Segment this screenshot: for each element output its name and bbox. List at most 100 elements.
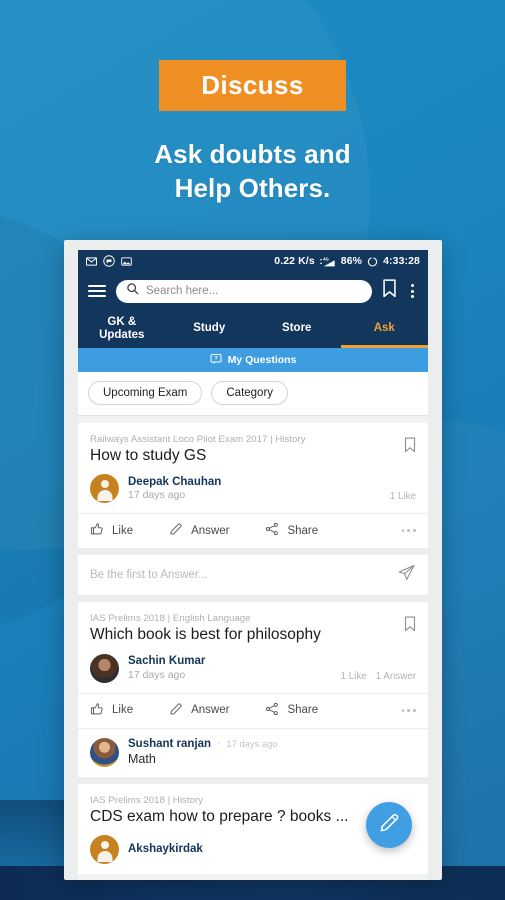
hamburger-icon[interactable]	[88, 284, 106, 298]
ellipsis-icon[interactable]	[401, 708, 416, 712]
tab-study[interactable]: Study	[166, 310, 254, 348]
bookmark-icon[interactable]	[404, 616, 416, 637]
search-placeholder: Search here...	[146, 285, 219, 297]
phone-mockup-frame: 0.22 K/s 4G 86% 4:33:28 Search here... G…	[64, 240, 442, 880]
answer-text: Math	[128, 751, 156, 766]
chat-bubble-icon	[103, 255, 115, 267]
promo-subheadline-line1: Ask doubts and	[154, 139, 351, 169]
like-label: Like	[112, 524, 134, 537]
bookmark-icon[interactable]	[382, 279, 397, 303]
tab-ask[interactable]: Ask	[340, 310, 428, 348]
question-stats: 1 Like 1 Answer	[341, 671, 416, 682]
bookmark-icon[interactable]	[404, 437, 416, 458]
question-meta: IAS Prelims 2018 | History	[90, 794, 204, 806]
answer-label: Answer	[191, 524, 230, 537]
question-title[interactable]: How to study GS	[90, 446, 416, 465]
like-label: Like	[112, 704, 134, 717]
share-button[interactable]: Share	[265, 702, 318, 719]
promo-headline-block: Discuss Ask doubts and Help Others.	[0, 60, 505, 206]
share-nodes-icon	[265, 522, 279, 539]
chip-upcoming-exam[interactable]: Upcoming Exam	[88, 381, 203, 405]
question-card: Railways Assistant Loco Pilot Exam 2017 …	[78, 423, 428, 549]
tab-gk-updates[interactable]: GK & Updates	[78, 310, 166, 348]
chip-category[interactable]: Category	[211, 381, 289, 405]
question-card: IAS Prelims 2018 | English Language Whic…	[78, 602, 428, 777]
question-title[interactable]: Which book is best for philosophy	[90, 625, 416, 644]
author-name[interactable]: Akshaykirdak	[128, 842, 203, 856]
like-count: 1 Like	[389, 491, 416, 503]
answer-button[interactable]: Answer	[169, 702, 229, 719]
search-input[interactable]: Search here...	[116, 279, 372, 303]
share-label: Share	[287, 704, 319, 717]
filter-chip-row: Upcoming Exam Category	[78, 372, 428, 416]
share-button[interactable]: Share	[265, 522, 318, 539]
battery-percent-label: 86%	[340, 255, 363, 267]
promo-badge: Discuss	[159, 60, 346, 111]
pencil-icon	[169, 702, 183, 719]
gmail-icon	[86, 256, 97, 267]
signal-bars-icon: 4G	[320, 256, 336, 267]
clock-label: 4:33:28	[383, 255, 420, 267]
avatar[interactable]	[90, 474, 119, 504]
question-card-body: IAS Prelims 2018 | English Language Whic…	[78, 602, 428, 692]
send-paper-plane-icon[interactable]	[397, 563, 416, 587]
status-bar-right-group: 0.22 K/s 4G 86% 4:33:28	[274, 255, 420, 267]
author-name[interactable]: Deepak Chauhan	[128, 475, 221, 489]
author-timestamp: 17 days ago	[128, 668, 186, 681]
share-nodes-icon	[265, 702, 279, 719]
pencil-compose-icon	[378, 811, 401, 839]
answer-button[interactable]: Answer	[169, 522, 229, 539]
question-meta: IAS Prelims 2018 | English Language	[90, 613, 251, 625]
avatar[interactable]	[90, 653, 119, 683]
question-author-row: Sachin Kumar 17 days ago 1 Like 1 Answer	[90, 645, 416, 693]
tab-store[interactable]: Store	[253, 310, 341, 348]
answer-input-placeholder: Be the first to Answer...	[90, 569, 208, 582]
question-action-bar: Like Answer Share	[78, 513, 428, 548]
ellipsis-icon[interactable]	[401, 529, 416, 533]
author-name[interactable]: Sachin Kumar	[128, 654, 205, 668]
separator-dot: ·	[217, 738, 221, 750]
tab-gk-updates-line1: GK &	[107, 315, 137, 328]
like-button[interactable]: Like	[90, 522, 133, 539]
avatar[interactable]	[90, 835, 119, 865]
phone-screen: 0.22 K/s 4G 86% 4:33:28 Search here... G…	[78, 250, 428, 880]
answer-author-row: Sushant ranjan · 17 days ago	[128, 738, 278, 750]
answer-timestamp: 17 days ago	[226, 738, 278, 750]
author-timestamp: 17 days ago	[128, 489, 186, 502]
app-bar: Search here...	[78, 272, 428, 310]
compose-question-fab[interactable]	[366, 802, 412, 848]
pencil-icon	[169, 522, 183, 539]
answer-count: 1 Answer	[375, 670, 416, 682]
question-card-body: Railways Assistant Loco Pilot Exam 2017 …	[78, 423, 428, 513]
like-button[interactable]: Like	[90, 702, 133, 719]
like-count: 1 Like	[340, 670, 367, 682]
answer-item: Sushant ranjan · 17 days ago Math	[78, 727, 428, 777]
status-bar: 0.22 K/s 4G 86% 4:33:28	[78, 250, 428, 272]
question-action-bar: Like Answer Share	[78, 692, 428, 728]
svg-text:4G: 4G	[323, 256, 329, 261]
avatar[interactable]	[90, 737, 119, 767]
thumbs-up-icon	[90, 522, 104, 539]
my-questions-label: My Questions	[227, 354, 297, 366]
question-bubble-icon: ?	[210, 353, 222, 368]
share-label: Share	[287, 524, 319, 537]
tab-gk-updates-line2: Updates	[99, 329, 145, 341]
photo-icon	[121, 256, 132, 267]
main-tab-bar: GK & Updates Study Store Ask	[78, 310, 428, 348]
svg-text:?: ?	[214, 356, 218, 362]
network-speed-label: 0.22 K/s	[274, 255, 315, 267]
question-meta: Railways Assistant Loco Pilot Exam 2017 …	[90, 434, 306, 445]
my-questions-bar[interactable]: ? My Questions	[78, 348, 428, 372]
search-icon	[126, 282, 139, 300]
answer-author-name[interactable]: Sushant ranjan	[128, 738, 211, 750]
thumbs-up-icon	[90, 702, 104, 719]
kebab-menu-icon[interactable]	[407, 282, 418, 300]
promo-subheadline-line2: Help Others.	[174, 173, 331, 204]
answer-label: Answer	[191, 704, 230, 717]
battery-ring-icon	[367, 256, 378, 267]
answer-composer[interactable]: Be the first to Answer...	[78, 555, 428, 596]
question-stats: 1 Like	[390, 491, 416, 502]
promo-subheadline: Ask doubts and Help Others.	[0, 137, 505, 206]
status-bar-left-icons	[86, 255, 132, 267]
question-author-row: Deepak Chauhan 17 days ago 1 Like	[90, 465, 416, 513]
